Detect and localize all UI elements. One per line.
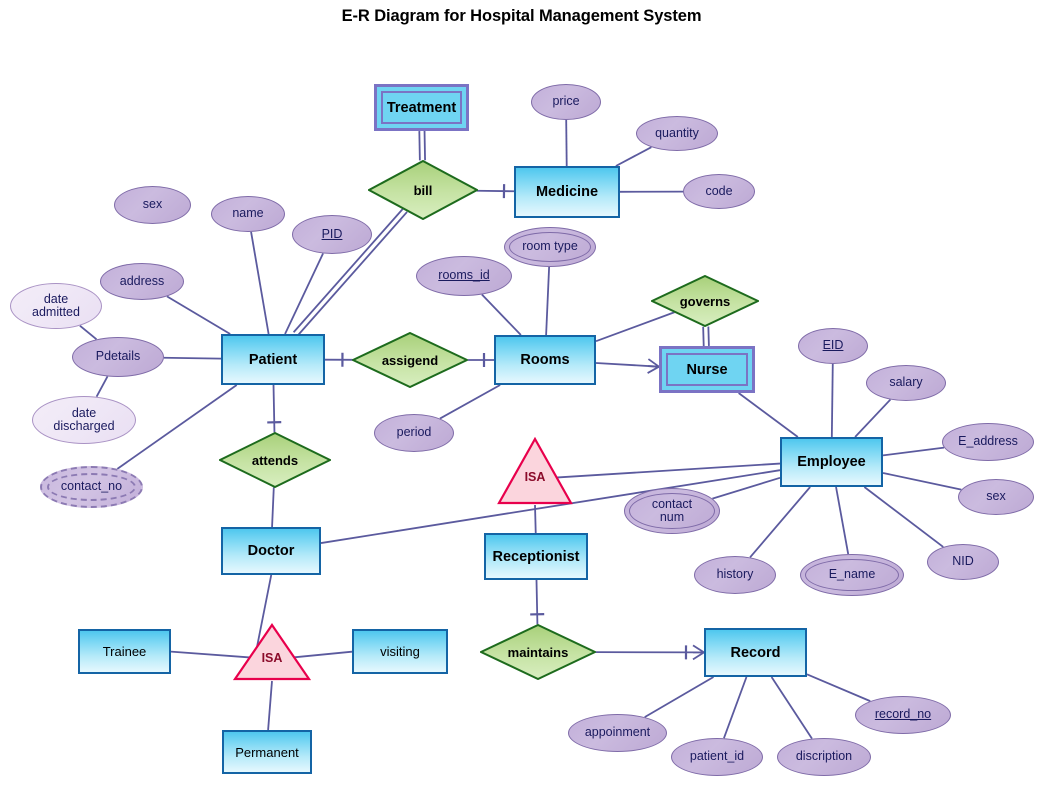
entity-label: Employee <box>797 454 866 470</box>
attribute-label: patient_id <box>689 749 745 764</box>
entity-employee[interactable]: Employee <box>780 437 883 487</box>
attribute-room-type[interactable]: room type <box>504 227 596 267</box>
entity-rooms[interactable]: Rooms <box>494 335 596 385</box>
relationship-label: assigend <box>381 352 439 368</box>
isa-label: ISA <box>261 651 283 665</box>
entity-label: Permanent <box>235 744 299 760</box>
attribute-code[interactable]: code <box>683 174 755 209</box>
relationship-assigend[interactable]: assigend <box>352 332 468 388</box>
ellipse-inner-border: contact_no <box>47 473 136 501</box>
attribute-quantity[interactable]: quantity <box>636 116 718 151</box>
attribute-name[interactable]: name <box>211 196 285 232</box>
isa-label: ISA <box>524 470 546 484</box>
attribute-label: EID <box>822 338 844 353</box>
attribute-label: salary <box>889 375 923 390</box>
attribute-pdetails[interactable]: Pdetails <box>72 337 164 377</box>
attribute-sex-patient[interactable]: sex <box>114 186 191 224</box>
attribute-record-no[interactable]: record_no <box>855 696 951 734</box>
attribute-label: sex <box>142 197 163 212</box>
entity-permanent[interactable]: Permanent <box>222 730 312 774</box>
node-layer: Treatment Medicine Patient Rooms Nurse Employ… <box>0 0 1043 789</box>
ellipse-inner-border: contact num <box>629 493 715 529</box>
attribute-price[interactable]: price <box>531 84 601 120</box>
relationship-label: governs <box>679 293 731 309</box>
attribute-label: date admitted <box>32 291 80 319</box>
entity-receptionist[interactable]: Receptionist <box>484 533 588 580</box>
attribute-label: name <box>232 206 264 221</box>
entity-label: Receptionist <box>492 548 580 565</box>
attribute-salary[interactable]: salary <box>866 365 946 401</box>
relationship-governs[interactable]: governs <box>651 275 759 327</box>
attribute-label: code <box>705 183 733 198</box>
attribute-appoinment[interactable]: appoinment <box>568 714 667 752</box>
attribute-e-name[interactable]: E_name <box>800 554 904 596</box>
attribute-date-admitted[interactable]: date admitted <box>10 283 102 329</box>
attribute-nid[interactable]: NID <box>927 544 999 580</box>
attribute-contact-num[interactable]: contact num <box>624 488 720 534</box>
entity-label: Nurse <box>686 361 728 378</box>
attribute-label: E_name <box>828 567 876 582</box>
entity-label: Patient <box>248 351 298 368</box>
relationship-label: maintains <box>507 644 569 660</box>
entity-treatment[interactable]: Treatment <box>374 84 469 131</box>
attribute-label: history <box>716 567 754 582</box>
isa-isa-receptionist[interactable]: ISA <box>497 437 573 505</box>
attribute-label: period <box>396 425 432 440</box>
relationship-label: bill <box>413 182 433 198</box>
attribute-patient-id[interactable]: patient_id <box>671 738 763 776</box>
relationship-maintains[interactable]: maintains <box>480 624 596 680</box>
attribute-label: rooms_id <box>438 268 490 283</box>
entity-nurse[interactable]: Nurse <box>659 346 755 393</box>
entity-medicine[interactable]: Medicine <box>514 166 620 218</box>
attribute-label: discription <box>795 749 853 764</box>
entity-label: visiting <box>380 644 420 659</box>
entity-doctor[interactable]: Doctor <box>221 527 321 575</box>
attribute-address[interactable]: address <box>100 263 184 300</box>
attribute-label: NID <box>952 554 974 569</box>
attribute-eid[interactable]: EID <box>798 328 868 364</box>
attribute-label: contact num <box>651 496 693 524</box>
entity-trainee[interactable]: Trainee <box>78 629 171 674</box>
entity-label: Treatment <box>386 99 457 116</box>
attribute-sex-employee[interactable]: sex <box>958 479 1034 515</box>
entity-label: Rooms <box>520 352 570 368</box>
attribute-history[interactable]: history <box>694 556 776 594</box>
weak-entity-inner-border: Nurse <box>666 353 748 386</box>
er-diagram-canvas: E-R Diagram for Hospital Management Syst… <box>0 0 1043 789</box>
relationship-attends[interactable]: attends <box>219 432 331 488</box>
attribute-date-discharged[interactable]: date discharged <box>32 396 136 444</box>
attribute-e-address[interactable]: E_address <box>942 423 1034 461</box>
relationship-label: attends <box>251 452 299 468</box>
attribute-label: appoinment <box>584 725 651 740</box>
attribute-label: record_no <box>874 707 932 722</box>
entity-label: Record <box>730 644 781 661</box>
entity-label: Trainee <box>102 644 147 659</box>
attribute-label: room type <box>522 239 578 254</box>
attribute-label: Pdetails <box>95 349 141 364</box>
attribute-label: date discharged <box>53 405 115 433</box>
attribute-label: price <box>552 94 580 109</box>
entity-record[interactable]: Record <box>704 628 807 677</box>
weak-entity-inner-border: Treatment <box>381 91 462 124</box>
ellipse-inner-border: room type <box>509 232 591 262</box>
entity-label: Doctor <box>247 543 295 559</box>
relationship-bill[interactable]: bill <box>368 160 478 220</box>
attribute-label: sex <box>986 489 1006 504</box>
entity-visiting[interactable]: visiting <box>352 629 448 674</box>
attribute-period[interactable]: period <box>374 414 454 452</box>
attribute-pid[interactable]: PID <box>292 215 372 254</box>
attribute-label: quantity <box>655 125 699 140</box>
ellipse-inner-border: E_name <box>805 559 899 591</box>
entity-patient[interactable]: Patient <box>221 334 325 385</box>
attribute-label: contact_no <box>60 479 123 494</box>
attribute-label: E_address <box>958 434 1018 449</box>
isa-isa-doctor[interactable]: ISA <box>233 623 311 681</box>
attribute-discription[interactable]: discription <box>777 738 871 776</box>
attribute-contact-no[interactable]: contact_no <box>40 466 143 508</box>
attribute-rooms-id[interactable]: rooms_id <box>416 256 512 296</box>
attribute-label: PID <box>321 226 343 241</box>
attribute-label: address <box>119 273 165 288</box>
entity-label: Medicine <box>535 184 599 200</box>
